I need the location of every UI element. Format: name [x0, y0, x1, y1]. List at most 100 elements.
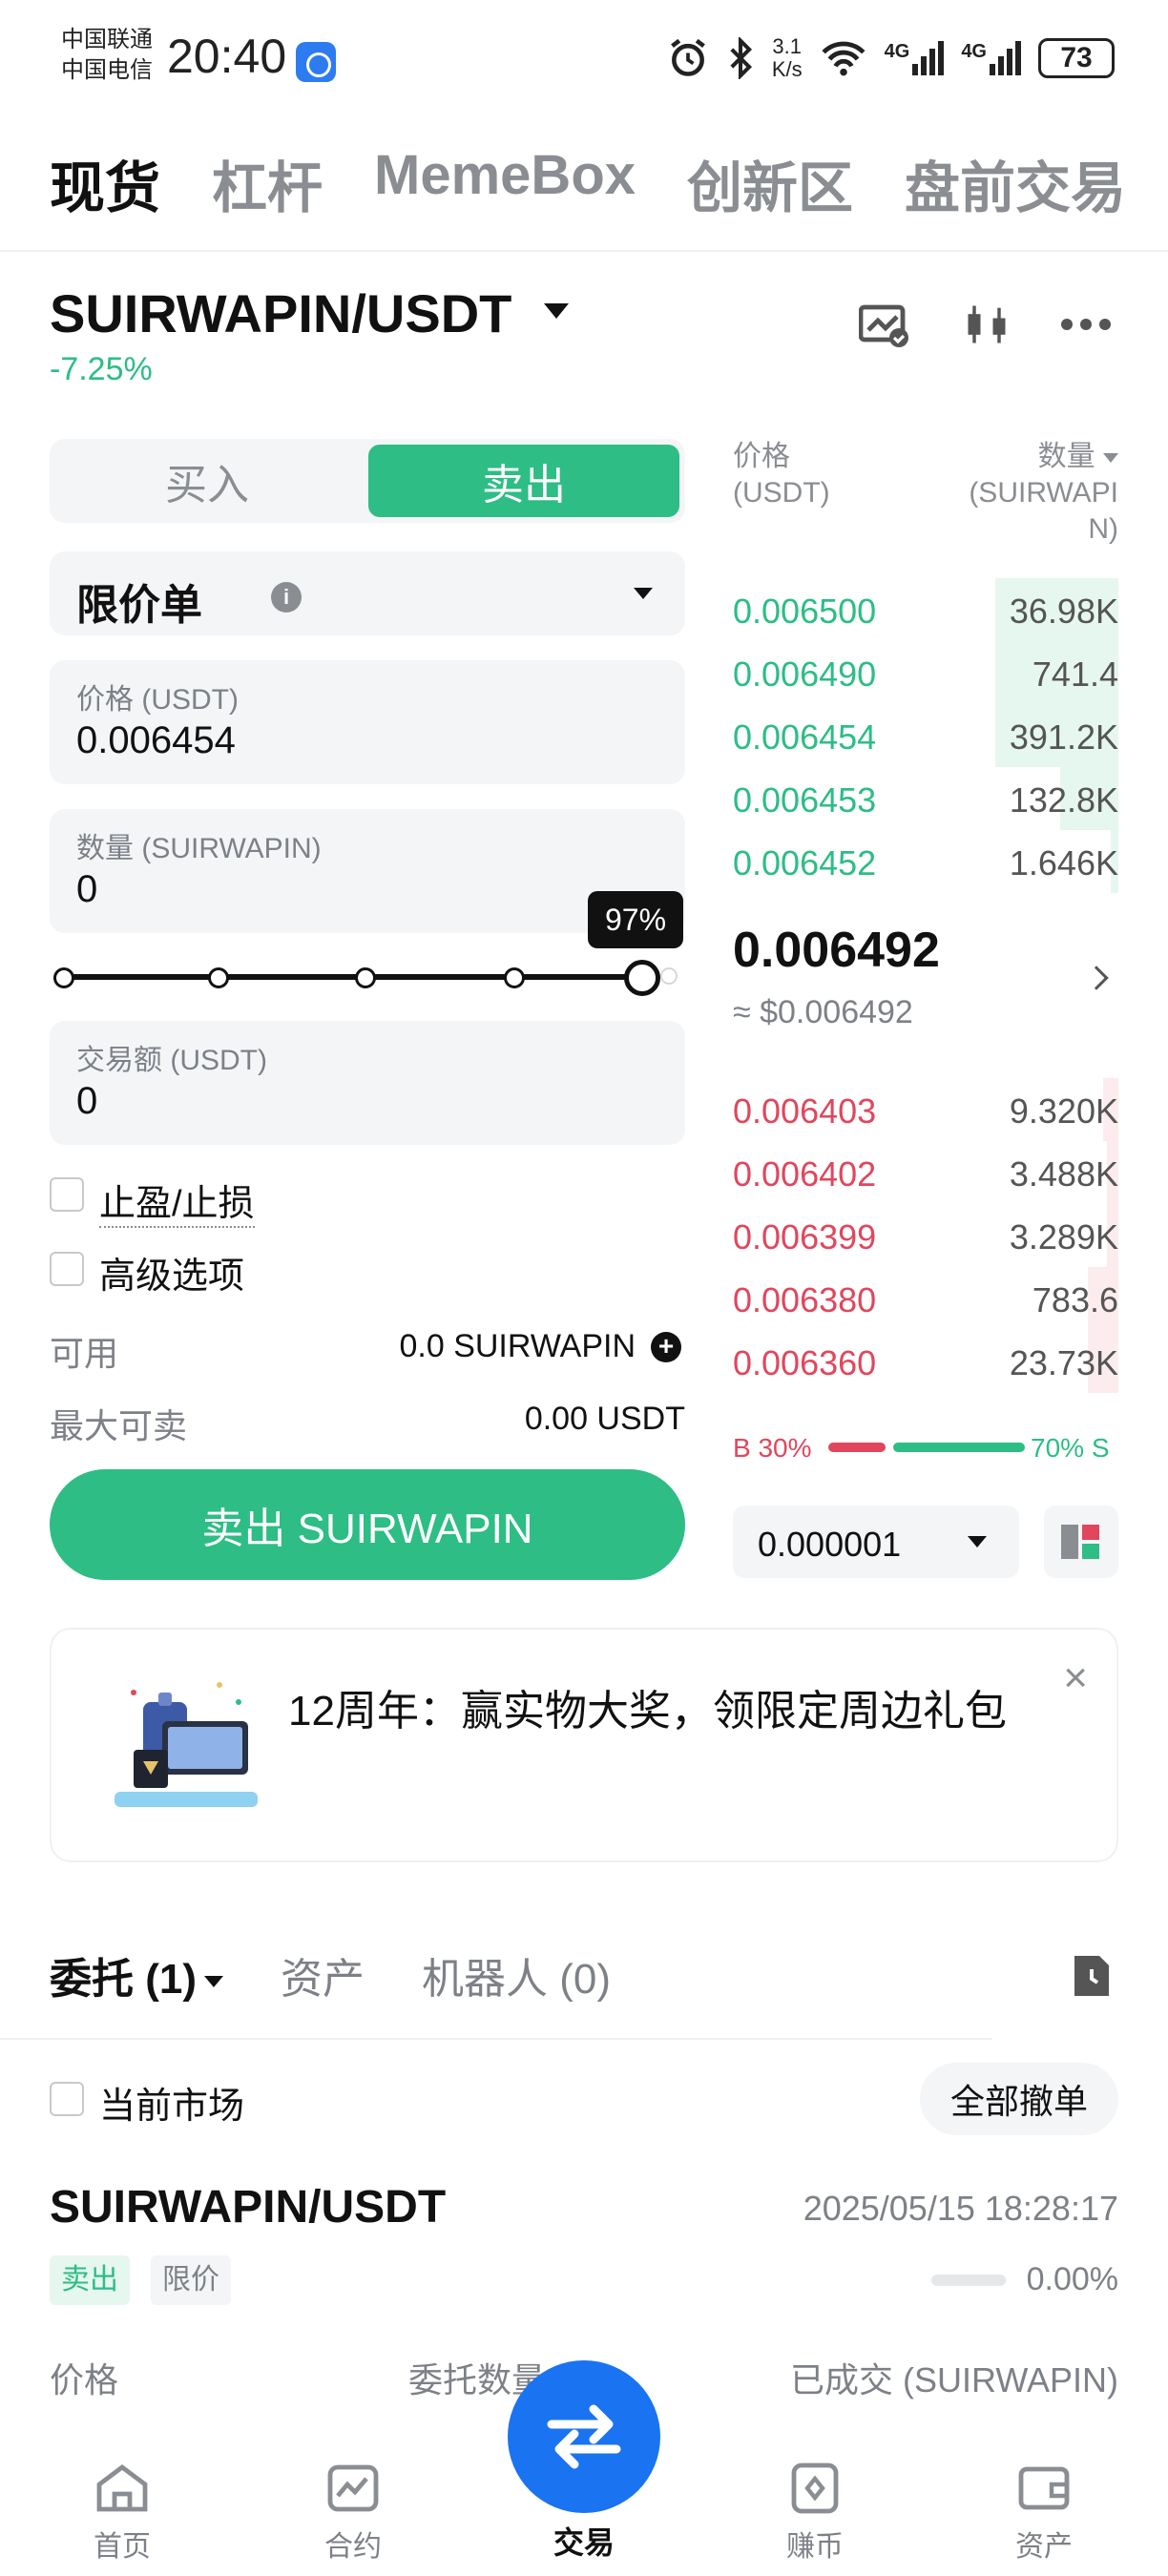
promo-banner[interactable]: 12周年：赢实物大奖，领限定周边礼包 ×	[50, 1628, 1118, 1862]
promo-banner-text: 12周年：赢实物大奖，领限定周边礼包	[288, 1688, 1007, 1735]
buy-tab[interactable]: 买入	[50, 439, 365, 523]
battery-indicator: 73	[1038, 38, 1115, 78]
orderbook-layout-icon[interactable]	[1044, 1506, 1118, 1578]
qty-header-line3: N)	[1088, 513, 1118, 545]
slider-step-75[interactable]	[504, 967, 525, 988]
net-speed: 3.1 K/s	[772, 35, 803, 81]
pair-title[interactable]: SUIRWAPIN/USDT	[50, 282, 511, 344]
orders-tabs: 委托 (1) 资产 机器人 (0)	[50, 1944, 611, 2005]
pair-selector-caret-icon[interactable]	[544, 303, 569, 319]
bid-price: 0.006402	[733, 1154, 877, 1194]
tpsl-checkbox[interactable]	[50, 1177, 84, 1212]
price-input[interactable]: 0.006454	[76, 719, 236, 762]
info-icon[interactable]: i	[271, 582, 302, 613]
tab-spot[interactable]: 现货	[50, 143, 160, 223]
ask-row[interactable]: 0.006454 391.2K	[733, 704, 1118, 767]
candlestick-icon[interactable]	[960, 298, 1013, 351]
order-history-icon[interactable]	[1071, 1952, 1113, 2000]
col-filled: 已成交 (SUIRWAPIN)	[789, 2360, 1118, 2399]
pair-change: -7.25%	[50, 351, 153, 387]
tab-bots[interactable]: 机器人 (0)	[422, 1944, 611, 2005]
ask-row[interactable]: 0.006500 36.98K	[733, 578, 1118, 641]
amount-slider-track[interactable]	[63, 974, 641, 980]
advanced-checkbox[interactable]	[50, 1252, 84, 1286]
tpsl-label[interactable]: 止盈/止损	[99, 1174, 255, 1228]
advanced-label[interactable]: 高级选项	[99, 1246, 244, 1298]
signal-1-label: 4G	[884, 41, 910, 62]
ask-row[interactable]: 0.006452 1.646K	[733, 830, 1118, 893]
bid-row[interactable]: 0.006380 783.6	[733, 1267, 1118, 1330]
promo-prize-icon	[115, 1682, 258, 1807]
chevron-right-icon[interactable]	[1084, 966, 1109, 990]
bid-row[interactable]: 0.006403 9.320K	[733, 1078, 1118, 1141]
tab-premarket[interactable]: 盘前交易	[905, 143, 1126, 223]
nav-futures[interactable]: 合约	[286, 2462, 420, 2565]
nav-futures-label: 合约	[324, 2531, 382, 2563]
bid-row[interactable]: 0.006360 23.73K	[733, 1330, 1118, 1393]
trade-amount-input[interactable]: 0	[76, 1080, 97, 1123]
chevron-down-icon	[634, 588, 653, 599]
wallet-icon	[1018, 2466, 1070, 2510]
slider-step-0[interactable]	[53, 967, 74, 988]
tab-margin[interactable]: 杠杆	[212, 143, 323, 223]
last-price-usd: ≈ $0.006492	[733, 994, 913, 1030]
bid-row[interactable]: 0.006402 3.488K	[733, 1141, 1118, 1204]
current-market-label[interactable]: 当前市场	[99, 2076, 244, 2129]
bid-row[interactable]: 0.006399 3.289K	[733, 1204, 1118, 1267]
earn-icon	[791, 2462, 839, 2514]
qty-header-label: 数量	[1037, 441, 1095, 472]
available-value: 0.0 SUIRWAPIN	[399, 1328, 636, 1364]
bid-qty: 3.289K	[1009, 1217, 1118, 1257]
price-field[interactable]: 价格 (USDT) 0.006454	[50, 660, 685, 784]
current-market-checkbox[interactable]	[50, 2082, 84, 2116]
tab-memebox[interactable]: MemeBox	[374, 143, 636, 223]
close-icon[interactable]: ×	[1063, 1654, 1088, 1702]
slider-percent-tooltip: 97%	[588, 891, 683, 948]
order-side-badge: 卖出	[50, 2255, 130, 2305]
qty-sort-caret-icon	[1103, 453, 1118, 464]
net-speed-unit: K/s	[771, 57, 803, 81]
tab-innovation[interactable]: 创新区	[687, 143, 853, 223]
sell-ratio: 70% S	[1031, 1433, 1110, 1463]
bid-qty: 3.488K	[1009, 1154, 1118, 1194]
nav-trade-label[interactable]: 交易	[527, 2519, 641, 2563]
more-menu-icon[interactable]	[1059, 298, 1113, 351]
tab-open-orders[interactable]: 委托 (1)	[50, 1944, 223, 2005]
nav-home[interactable]: 首页	[55, 2462, 189, 2565]
slider-step-100[interactable]	[660, 967, 678, 985]
ask-row[interactable]: 0.006453 132.8K	[733, 767, 1118, 830]
order-pair[interactable]: SUIRWAPIN/USDT	[50, 2181, 446, 2233]
price-label: 价格 (USDT)	[76, 684, 239, 716]
transfer-plus-icon[interactable]: +	[651, 1332, 681, 1362]
status-carrier: 中国联通 中国电信	[61, 25, 153, 86]
sell-submit-button[interactable]: 卖出 SUIRWAPIN	[50, 1469, 685, 1580]
signal-1: 4G	[885, 41, 945, 75]
swap-arrows-icon	[547, 2404, 621, 2469]
order-type-select[interactable]: 限价单 i	[50, 551, 685, 635]
ask-row[interactable]: 0.006490 741.4	[733, 641, 1118, 704]
sell-tab[interactable]: 卖出	[368, 445, 679, 517]
trade-amount-field[interactable]: 交易额 (USDT) 0	[50, 1021, 685, 1145]
tab-assets[interactable]: 资产	[281, 1944, 365, 2005]
buy-sell-toggle: 买入 卖出	[50, 439, 685, 523]
nav-assets[interactable]: 资产	[977, 2462, 1111, 2565]
nav-trade[interactable]	[508, 2360, 660, 2513]
nav-earn[interactable]: 赚币	[748, 2462, 882, 2565]
ask-qty: 36.98K	[1009, 592, 1118, 631]
orderbook-price-header: 价格 (USDT)	[733, 439, 830, 511]
cancel-all-button[interactable]: 全部撤单	[920, 2063, 1118, 2135]
slider-step-25[interactable]	[208, 967, 229, 988]
status-icons: 3.1 K/s 4G 4G 73	[667, 34, 1115, 82]
bid-price: 0.006403	[733, 1091, 877, 1131]
signal-1-bars-icon	[912, 41, 945, 75]
quantity-input[interactable]: 0	[76, 868, 97, 911]
carrier-1: 中国联通	[61, 27, 153, 52]
signal-2: 4G	[961, 41, 1021, 75]
ask-price: 0.006452	[733, 843, 877, 883]
slider-thumb[interactable]	[624, 960, 660, 996]
precision-select[interactable]: 0.000001	[733, 1506, 1019, 1578]
orderbook-qty-header[interactable]: 数量 (SUIRWAPI N)	[969, 439, 1118, 548]
chart-toggle-icon[interactable]	[857, 298, 910, 351]
slider-step-50[interactable]	[355, 967, 376, 988]
order-type-badge: 限价	[151, 2255, 231, 2305]
